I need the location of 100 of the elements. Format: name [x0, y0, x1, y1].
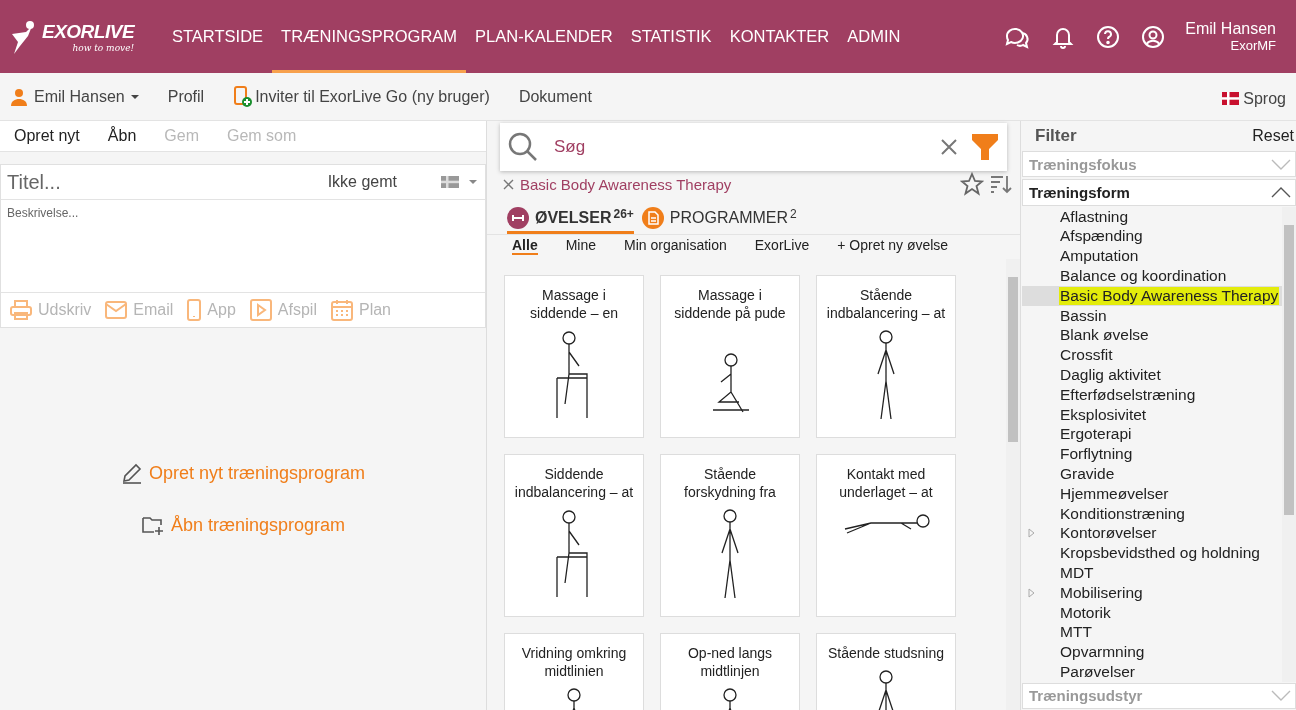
tab[interactable]: ØVELSER$^{26+}$	[507, 207, 634, 234]
filter-tab[interactable]: Mine	[565, 237, 597, 255]
envelope-icon	[105, 301, 128, 319]
chevron-down-icon	[1271, 158, 1291, 170]
filter-option[interactable]: Motorik	[1059, 603, 1112, 622]
filter-option[interactable]: Balance og koordination	[1059, 266, 1228, 285]
close-icon	[503, 178, 514, 190]
logo-tagline: how to move!	[72, 42, 135, 53]
filter-option[interactable]: Konditionstræning	[1059, 504, 1186, 523]
exercise-card[interactable]: Stående indbalancering – at	[816, 275, 956, 438]
nav-tab[interactable]: ADMIN	[838, 0, 910, 73]
filter-option[interactable]: Kropsbevidsthed og holdning	[1059, 544, 1261, 563]
filter-option[interactable]: Hjemmeøvelser	[1059, 484, 1170, 503]
phone-add-icon	[233, 85, 254, 108]
filter-option[interactable]: Basic Body Awareness Therapy	[1059, 286, 1280, 305]
logo[interactable]: EXORLIVE how to move!	[0, 19, 155, 54]
caret-icon[interactable]	[469, 180, 477, 184]
chevron-down-icon	[1271, 690, 1291, 702]
filter-option[interactable]: Kontorøvelser	[1059, 524, 1158, 543]
filter-icon[interactable]	[971, 133, 999, 161]
filter-option[interactable]: Parøvelser	[1059, 662, 1136, 681]
chevron-up-icon	[1271, 187, 1291, 199]
filter-option[interactable]: Amputation	[1059, 247, 1140, 266]
organization-name: ExorMF	[1230, 38, 1276, 53]
document-icon	[641, 207, 664, 229]
language-link[interactable]: Sprog	[1222, 85, 1286, 108]
reset-link[interactable]: Reset	[1252, 126, 1294, 145]
sort-icon[interactable]	[990, 174, 1012, 194]
exercise-card[interactable]: Massage i siddende på pude	[660, 275, 800, 438]
nav-tab[interactable]: STATISTIK	[621, 0, 721, 73]
filter-option[interactable]: Ergoterapi	[1059, 425, 1133, 444]
dumbbell-icon	[507, 207, 529, 229]
invite-link[interactable]: Inviter til ExorLive Go (ny bruger)	[233, 85, 490, 108]
save-status: Ikke gemt	[327, 173, 397, 191]
search-box[interactable]: Søg	[500, 123, 1007, 171]
flag-icon	[1222, 92, 1240, 105]
filter-tab[interactable]: Min organisation	[624, 237, 727, 255]
exercise-card[interactable]: Op-ned langs midtlinjen	[660, 633, 800, 710]
filter-option[interactable]: Efterfødselstræning	[1059, 385, 1197, 404]
exercise-card[interactable]: Stående studsning	[816, 633, 956, 710]
exercise-card[interactable]: Stående forskydning fra	[660, 454, 800, 617]
close-icon[interactable]	[941, 139, 957, 155]
filter-option[interactable]: Eksplosivitet	[1059, 405, 1148, 424]
search-field[interactable]: Søg	[552, 136, 927, 158]
filter-option[interactable]: MTT	[1059, 623, 1093, 642]
star-icon[interactable]	[960, 172, 984, 196]
calendar-icon	[330, 299, 353, 321]
active-filter-chip[interactable]: Basic Body Awareness Therapy	[497, 175, 732, 193]
exercise-title: Massage i siddende på pude	[673, 286, 787, 322]
filter-tab[interactable]: ExorLive	[754, 237, 810, 255]
exercise-card[interactable]: Massage i siddende – en	[504, 275, 644, 438]
toolbar-button[interactable]: Opret nyt	[14, 127, 80, 145]
filter-option[interactable]: Forflytning	[1059, 445, 1134, 464]
filter-option[interactable]: MDT	[1059, 563, 1095, 582]
user-menu[interactable]: Emil Hansen	[10, 87, 139, 106]
person-icon	[10, 87, 28, 106]
filter-option[interactable]: Afspænding	[1059, 227, 1144, 246]
scrollbar[interactable]	[1006, 259, 1020, 710]
folder-add-icon	[140, 514, 165, 536]
caret-icon	[130, 94, 139, 99]
user-icon[interactable]	[1141, 24, 1166, 49]
exercise-card[interactable]: Vridning omkring midtlinien	[504, 633, 644, 710]
filter-option[interactable]: Crossfit	[1059, 346, 1114, 365]
play-icon	[249, 299, 272, 321]
nav-tab[interactable]: KONTAKTER	[720, 0, 839, 73]
nav-tab[interactable]: PLAN-KALENDER	[466, 0, 622, 73]
nav-tab[interactable]: TRÆNINGSPROGRAM	[272, 0, 467, 73]
filter-option[interactable]: Gravide	[1059, 464, 1116, 483]
title-box[interactable]: Titel... Ikke gemt	[0, 164, 486, 200]
toolbar-button[interactable]: Åbn	[107, 127, 137, 145]
exercise-title: Stående indbalancering – at	[825, 286, 947, 322]
document-link[interactable]: Dokument	[518, 87, 592, 106]
filter-title: Filter	[1035, 125, 1077, 146]
filter-tab[interactable]: Alle	[512, 237, 538, 255]
exercise-title: Massage i siddende – en	[529, 286, 619, 322]
filter-option[interactable]: Daglig aktivitet	[1059, 365, 1162, 384]
flag-icon[interactable]	[441, 176, 459, 188]
nav-tab[interactable]: STARTSIDE	[163, 0, 273, 73]
user-name[interactable]: Emil Hansen	[1185, 20, 1276, 38]
exercise-card[interactable]: Kontakt med underlaget – at	[816, 454, 956, 617]
profile-link[interactable]: Profil	[167, 87, 205, 106]
filter-tab[interactable]: + Opret ny øvelse	[837, 237, 949, 255]
scrollbar[interactable]	[1282, 206, 1296, 682]
exercise-title: Kontakt med underlaget – at	[838, 465, 934, 501]
exercise-title: Stående studsning	[828, 644, 944, 662]
help-icon[interactable]	[1096, 24, 1121, 49]
filter-option[interactable]: Mobilisering	[1059, 583, 1144, 602]
exercise-title: Op-ned langs midtlinjen	[686, 644, 774, 680]
filter-option[interactable]: Blank øvelse	[1059, 326, 1150, 345]
search-icon	[508, 132, 538, 162]
exercise-card[interactable]: Siddende indbalancering – at	[504, 454, 644, 617]
printer-icon	[10, 299, 32, 321]
filter-option[interactable]: Bassin	[1059, 306, 1108, 325]
tab[interactable]: PROGRAMMER$^{2}$	[641, 207, 797, 234]
filter-section-header[interactable]: Træningsform	[1022, 179, 1296, 206]
filter-option[interactable]: Aflastning	[1059, 207, 1130, 226]
description-field[interactable]: Beskrivelse...	[0, 200, 486, 293]
exercise-title: Stående forskydning fra	[683, 465, 777, 501]
exercise-title: Siddende indbalancering – at	[513, 465, 635, 501]
filter-option[interactable]: Opvarmning	[1059, 643, 1146, 662]
